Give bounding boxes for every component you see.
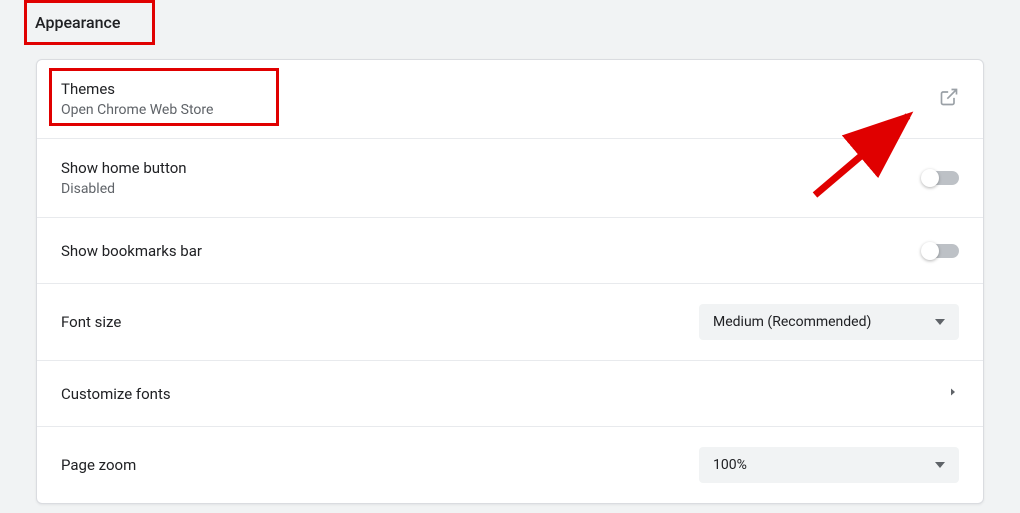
home-button-toggle[interactable] [923, 171, 959, 185]
row-customize-fonts[interactable]: Customize fonts [37, 361, 983, 427]
font-size-select[interactable]: Medium (Recommended) [699, 304, 959, 340]
chevron-down-icon [935, 319, 945, 325]
external-link-icon[interactable] [939, 87, 959, 111]
settings-card: Themes Open Chrome Web Store Show home b… [36, 59, 984, 504]
row-themes[interactable]: Themes Open Chrome Web Store [37, 60, 983, 139]
row-home-button: Show home button Disabled [37, 139, 983, 218]
chevron-right-icon [947, 386, 959, 402]
page-zoom-value: 100% [713, 457, 747, 473]
row-themes-left: Themes Open Chrome Web Store [61, 80, 213, 118]
home-button-subtitle: Disabled [61, 181, 187, 197]
row-font-size: Font size Medium (Recommended) [37, 284, 983, 361]
section-title-highlight: Appearance [24, 0, 155, 45]
page-zoom-select[interactable]: 100% [699, 447, 959, 483]
toggle-knob [921, 242, 939, 260]
row-page-zoom-left: Page zoom [61, 456, 136, 474]
themes-subtitle: Open Chrome Web Store [61, 102, 213, 118]
row-bookmarks: Show bookmarks bar [37, 218, 983, 284]
row-bookmarks-left: Show bookmarks bar [61, 242, 202, 260]
themes-title: Themes [61, 80, 213, 98]
font-size-value: Medium (Recommended) [713, 314, 871, 330]
section-title: Appearance [35, 13, 120, 32]
row-home-left: Show home button Disabled [61, 159, 187, 197]
font-size-title: Font size [61, 313, 121, 331]
row-font-size-left: Font size [61, 313, 121, 331]
toggle-knob [921, 169, 939, 187]
row-page-zoom: Page zoom 100% [37, 427, 983, 503]
home-button-title: Show home button [61, 159, 187, 177]
bookmarks-title: Show bookmarks bar [61, 242, 202, 260]
chevron-down-icon [935, 462, 945, 468]
row-customize-fonts-left: Customize fonts [61, 385, 171, 403]
bookmarks-toggle[interactable] [923, 244, 959, 258]
page-zoom-title: Page zoom [61, 456, 136, 474]
customize-fonts-title: Customize fonts [61, 385, 171, 403]
